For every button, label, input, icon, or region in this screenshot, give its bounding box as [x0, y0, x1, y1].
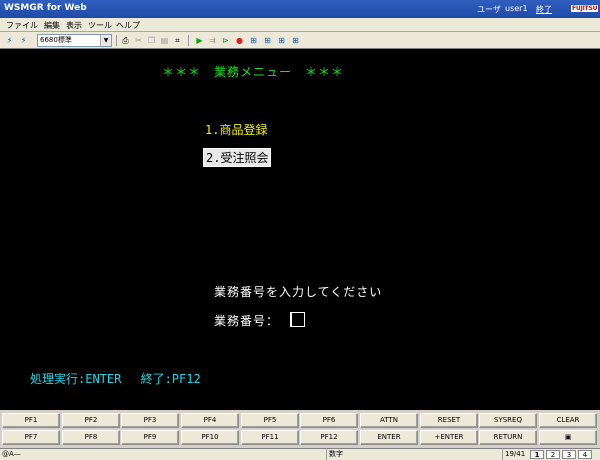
- title-bar: WSMGR for Web ユーザ user1 終了 FUJITSU: [0, 0, 600, 18]
- sysreq-button[interactable]: SYSREQ: [479, 413, 537, 428]
- pf7-button[interactable]: PF7: [2, 430, 60, 445]
- layout-icon[interactable]: ⊞: [276, 35, 287, 46]
- attn-button[interactable]: ATTN: [360, 413, 418, 428]
- menu-item-product-registration: 1.商品登録: [205, 123, 268, 137]
- clear-button[interactable]: CLEAR: [539, 413, 597, 428]
- copy-icon[interactable]: ❐: [146, 35, 157, 46]
- pf2-button[interactable]: PF2: [62, 413, 120, 428]
- session-tab-2[interactable]: 2: [546, 450, 560, 459]
- menu-view[interactable]: 表示: [66, 20, 82, 31]
- paste-icon[interactable]: ▤: [159, 35, 170, 46]
- cursor-position: 19/41: [502, 449, 528, 460]
- reset-button[interactable]: RESET: [420, 413, 478, 428]
- toolbar-separator: [188, 35, 189, 46]
- menu-edit[interactable]: 編集: [44, 20, 60, 31]
- status-indicator: @A—: [2, 450, 21, 458]
- disconnect-icon[interactable]: ⚡: [18, 35, 29, 46]
- session-tab-3[interactable]: 3: [562, 450, 576, 459]
- pf12-button[interactable]: PF12: [300, 430, 358, 445]
- settings-icon[interactable]: ⊞: [290, 35, 301, 46]
- menu-help[interactable]: ヘルプ: [116, 20, 140, 31]
- toolbar-separator: [116, 35, 117, 46]
- pf11-button[interactable]: PF11: [241, 430, 299, 445]
- window-icon[interactable]: ▣: [539, 430, 597, 445]
- step-icon[interactable]: ⇉: [207, 35, 218, 46]
- pf8-button[interactable]: PF8: [62, 430, 120, 445]
- screen-footer: 処理実行:ENTER 終了:PF12: [30, 372, 201, 386]
- session-tab-1[interactable]: 1: [530, 450, 544, 459]
- pf9-button[interactable]: PF9: [121, 430, 179, 445]
- business-number-label: 業務番号：: [214, 314, 280, 328]
- return-button[interactable]: RETURN: [479, 430, 537, 445]
- chevron-down-icon: ▼: [100, 35, 111, 46]
- pf5-button[interactable]: PF5: [241, 413, 299, 428]
- menu-bar: ファイル 編集 表示 ツール ヘルプ: [0, 18, 600, 32]
- input-prompt: 業務番号を入力してください: [214, 285, 383, 299]
- fujitsu-logo: FUJITSU: [571, 5, 599, 12]
- run-macro-icon[interactable]: ⊳: [220, 35, 231, 46]
- menu-tools[interactable]: ツール: [88, 20, 112, 31]
- toolbar: ⚡ ⚡ 6680標準 ▼ ⎙ ✂ ❐ ▤ ⌗ ▶ ⇉ ⊳ ● ⊞ ⊞ ⊞ ⊞: [0, 32, 600, 49]
- function-keys: PF1 PF2 PF3 PF4 PF5 PF6 ATTN RESET SYSRE…: [0, 410, 600, 448]
- user-label: ユーザ: [477, 5, 501, 14]
- menu-file[interactable]: ファイル: [6, 20, 38, 31]
- cut-icon[interactable]: ✂: [133, 35, 144, 46]
- pf4-button[interactable]: PF4: [181, 413, 239, 428]
- status-bar: @A— 数字 19/41 1 2 3 4: [0, 448, 600, 460]
- pf1-button[interactable]: PF1: [2, 413, 60, 428]
- business-number-input[interactable]: [290, 312, 305, 327]
- record-icon[interactable]: ●: [234, 35, 245, 46]
- pf10-button[interactable]: PF10: [181, 430, 239, 445]
- plus-enter-button[interactable]: +ENTER: [420, 430, 478, 445]
- macro-icon[interactable]: ⌗: [172, 35, 183, 46]
- connect-icon[interactable]: ⚡: [4, 35, 15, 46]
- user-name: user1: [505, 4, 528, 13]
- code-page-select[interactable]: 6680標準 ▼: [37, 34, 112, 47]
- code-page-value: 6680標準: [40, 36, 72, 44]
- screen-header: ＊＊＊ 業務メニュー ＊＊＊: [162, 65, 345, 79]
- pf3-button[interactable]: PF3: [121, 413, 179, 428]
- print-icon[interactable]: ⎙: [120, 35, 131, 46]
- enter-button[interactable]: ENTER: [360, 430, 418, 445]
- terminal-screen[interactable]: ＊＊＊ 業務メニュー ＊＊＊ 1.商品登録 2.受注照会 業務番号を入力してくだ…: [0, 49, 600, 410]
- pf6-button[interactable]: PF6: [300, 413, 358, 428]
- input-mode: 数字: [326, 449, 426, 460]
- session-tab-4[interactable]: 4: [578, 450, 592, 459]
- keymap-icon[interactable]: ⊞: [248, 35, 259, 46]
- menu-item-order-inquiry: 2.受注照会: [203, 148, 272, 167]
- app-title: WSMGR for Web: [4, 3, 87, 13]
- play-icon[interactable]: ▶: [194, 35, 205, 46]
- session-icon[interactable]: ⊞: [262, 35, 273, 46]
- exit-link[interactable]: 終了: [536, 4, 552, 15]
- text-cursor: [290, 312, 292, 327]
